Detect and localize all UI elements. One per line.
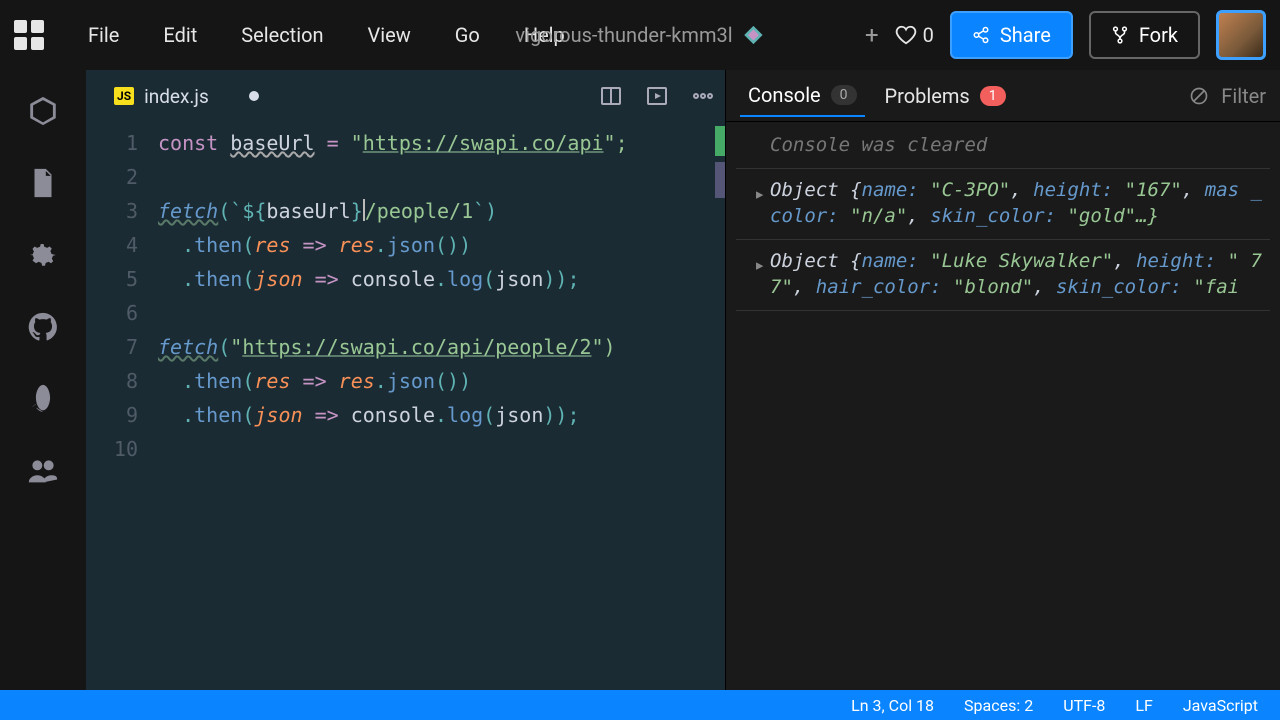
activity-bar — [0, 70, 86, 690]
likes-number: 0 — [923, 23, 934, 47]
expand-arrow-icon[interactable]: ▸ — [754, 252, 765, 278]
expand-arrow-icon[interactable]: ▸ — [754, 181, 765, 207]
menu-edit[interactable]: Edit — [145, 17, 215, 53]
menu-file[interactable]: File — [70, 17, 137, 53]
status-bar: Ln 3, Col 18 Spaces: 2 UTF-8 LF JavaScri… — [0, 690, 1280, 720]
tab-filename: index.js — [144, 85, 209, 108]
menu-view[interactable]: View — [350, 17, 429, 53]
menu-go[interactable]: Go — [437, 17, 498, 53]
menu-selection[interactable]: Selection — [223, 17, 341, 53]
problems-badge: 1 — [980, 86, 1006, 106]
status-encoding[interactable]: UTF-8 — [1063, 696, 1105, 715]
heart-icon — [895, 24, 917, 46]
fork-button[interactable]: Fork — [1089, 11, 1200, 59]
user-avatar[interactable] — [1216, 10, 1266, 60]
clear-console-icon[interactable] — [1189, 86, 1209, 106]
tab-index-js[interactable]: JS index.js — [96, 70, 277, 122]
project-template-icon — [743, 24, 765, 46]
project-title-text: vigorous-thunder-kmm3l — [515, 23, 732, 47]
fork-icon — [1111, 26, 1129, 44]
tab-dirty-indicator-icon — [249, 91, 259, 101]
console-badge: 0 — [831, 85, 857, 105]
fork-label: Fork — [1139, 23, 1178, 47]
share-button[interactable]: Share — [950, 11, 1073, 59]
share-icon — [972, 26, 990, 44]
editor-pane: JS index.js 12345678910 const baseUrl = … — [86, 70, 726, 690]
console-tabbar: Console 0 Problems 1 Filter — [726, 70, 1280, 122]
deployment-icon[interactable] — [26, 382, 60, 420]
console-cleared-msg: Console was cleared — [736, 132, 1270, 169]
explorer-icon[interactable] — [26, 166, 60, 204]
status-language[interactable]: JavaScript — [1183, 696, 1258, 715]
js-file-icon: JS — [114, 87, 134, 105]
preview-icon[interactable] — [645, 84, 669, 108]
filter-label[interactable]: Filter — [1221, 84, 1266, 108]
line-number-gutter: 12345678910 — [86, 122, 158, 690]
console-tab[interactable]: Console 0 — [740, 75, 865, 117]
code-content[interactable]: const baseUrl = "https://swapi.co/api"; … — [158, 122, 725, 690]
overview-ruler-selection-icon — [715, 162, 725, 198]
github-icon[interactable] — [26, 310, 60, 348]
live-icon[interactable] — [26, 454, 60, 492]
status-eol[interactable]: LF — [1135, 696, 1152, 715]
console-output[interactable]: Console was cleared ▸ Object {name: "C-3… — [726, 122, 1280, 690]
overview-ruler-edit-icon — [715, 126, 725, 156]
console-pane: Console 0 Problems 1 Filter Console was … — [726, 70, 1280, 690]
console-log-entry[interactable]: ▸ Object {name: "C-3PO", height: "167", … — [736, 169, 1270, 240]
new-sandbox-button[interactable]: + — [865, 21, 879, 49]
app-logo-icon[interactable] — [14, 20, 44, 50]
console-log-entry[interactable]: ▸ Object {name: "Luke Skywalker", height… — [736, 240, 1270, 311]
top-menubar: File Edit Selection View Go Help vigorou… — [0, 0, 1280, 70]
sandbox-info-icon[interactable] — [26, 94, 60, 132]
code-editor[interactable]: 12345678910 const baseUrl = "https://swa… — [86, 122, 725, 690]
share-label: Share — [1000, 23, 1051, 47]
more-actions-icon[interactable] — [691, 84, 715, 108]
problems-tab[interactable]: Problems 1 — [877, 76, 1014, 116]
project-title[interactable]: vigorous-thunder-kmm3l — [515, 23, 764, 47]
status-cursor-pos[interactable]: Ln 3, Col 18 — [851, 696, 934, 715]
status-indent[interactable]: Spaces: 2 — [964, 696, 1033, 715]
settings-icon[interactable] — [26, 238, 60, 276]
split-editor-icon[interactable] — [599, 84, 623, 108]
editor-tabbar: JS index.js — [86, 70, 725, 122]
likes-count[interactable]: 0 — [895, 23, 934, 47]
